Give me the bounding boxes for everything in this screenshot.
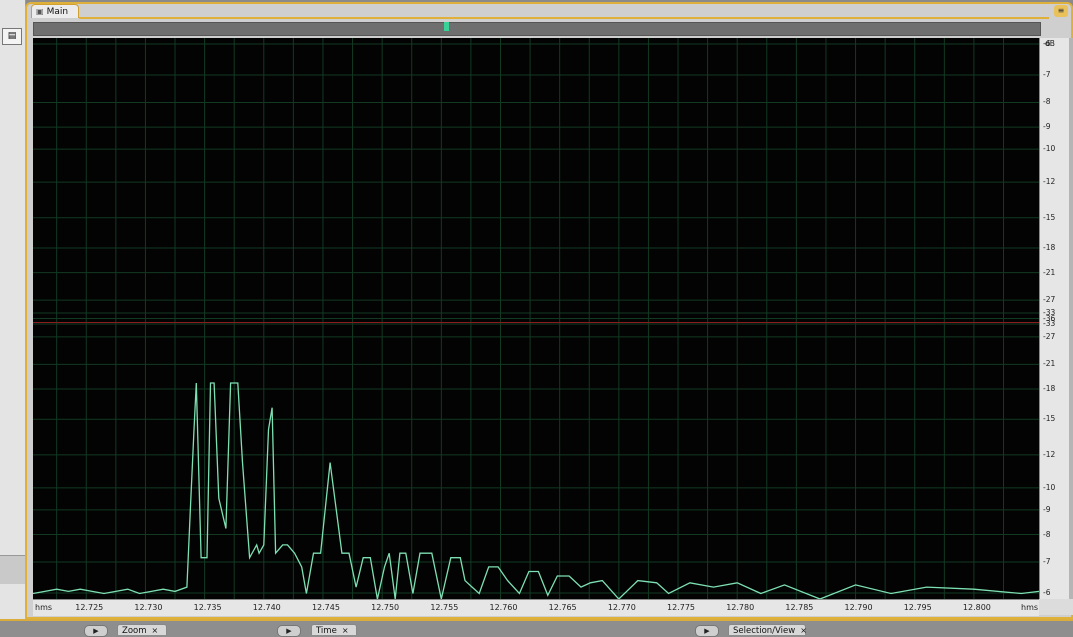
db-scroll-strip[interactable]	[1069, 38, 1073, 599]
tab-main-label: Main	[46, 7, 69, 17]
db-tick-label: -33	[1043, 318, 1056, 328]
time-tick-label: 12.745	[311, 603, 340, 612]
db-tick-label: -27	[1043, 295, 1056, 305]
time-tick-label: 12.755	[430, 603, 459, 612]
db-tick-label: -12	[1043, 449, 1056, 459]
time-tick-label: 12.790	[844, 603, 873, 612]
panel-menu-icon[interactable]: ≡	[1054, 5, 1068, 17]
tab-zoom[interactable]: Zoom ×	[117, 624, 167, 636]
db-tick-label: -6	[1043, 588, 1051, 597]
overview-position-marker[interactable]	[444, 22, 449, 31]
db-tick-label: -21	[1043, 267, 1056, 277]
overview-scrollbar[interactable]	[33, 22, 1041, 36]
tab-icon: ▣	[36, 7, 44, 16]
plot-svg	[33, 38, 1039, 599]
time-tick-label: 12.740	[252, 603, 281, 612]
tab-main[interactable]: ▣ Main	[31, 4, 79, 18]
db-tick-label: -7	[1043, 556, 1051, 566]
db-tick-label: -8	[1043, 529, 1051, 539]
left-panel-footer	[0, 555, 25, 584]
panel-toggle-icon[interactable]: ▤	[2, 28, 22, 45]
db-ruler[interactable]: dB -6 -7 -8 -9 -10 -12 -15 -18 -21 -27 -33 -36 -33 -27…	[1039, 38, 1070, 599]
time-unit-label-right: hms	[1021, 603, 1039, 612]
db-tick-label: -10	[1043, 482, 1056, 492]
db-tick-label: -27	[1043, 331, 1056, 341]
time-tick-label: 12.735	[193, 603, 222, 612]
left-side-panel: ▤	[0, 0, 26, 635]
time-tick-label: 12.795	[903, 603, 932, 612]
tab-zoom-close-icon[interactable]: ×	[152, 626, 159, 635]
tab-time-close-icon[interactable]: ×	[342, 626, 349, 635]
tab-time[interactable]: Time ×	[311, 624, 357, 636]
time-tick-label: 12.775	[667, 603, 696, 612]
tab-selection-view-close-icon[interactable]: ×	[800, 626, 807, 635]
time-tick-label: 12.770	[607, 603, 636, 612]
db-tick-label: -12	[1043, 177, 1056, 187]
zoom-panel-play-icon[interactable]: ▶	[84, 625, 108, 637]
time-ruler-corner	[1039, 599, 1073, 615]
db-tick-label: -6	[1043, 39, 1051, 48]
selection-panel-play-icon[interactable]: ▶	[695, 625, 719, 637]
time-ruler[interactable]: hms hms 12.725 12.730 12.735 12.740 12.745 12.7…	[33, 599, 1039, 616]
db-tick-label: -9	[1043, 504, 1051, 514]
db-tick-label: -8	[1043, 97, 1051, 107]
db-tick-label: -18	[1043, 384, 1056, 394]
tab-selection-view[interactable]: Selection/View ×	[728, 624, 807, 636]
db-tick-label: -18	[1043, 242, 1056, 252]
time-tick-label: 12.780	[726, 603, 755, 612]
time-tick-label: 12.750	[371, 603, 400, 612]
tab-underline	[79, 17, 1049, 19]
db-tick-label: -7	[1043, 70, 1051, 80]
db-tick-label: -10	[1043, 144, 1056, 154]
time-tick-label: 12.725	[75, 603, 104, 612]
db-tick-label: -21	[1043, 359, 1056, 369]
db-tick-label: -15	[1043, 414, 1056, 424]
time-unit-label-left: hms	[35, 603, 53, 612]
time-tick-label: 12.730	[134, 603, 163, 612]
db-tick-label: -15	[1043, 212, 1056, 222]
waveform-plot[interactable]	[33, 38, 1039, 599]
time-tick-label: 12.800	[962, 603, 991, 612]
time-tick-label: 12.760	[489, 603, 518, 612]
time-tick-label: 12.765	[548, 603, 577, 612]
db-tick-label: -9	[1043, 122, 1051, 132]
time-panel-play-icon[interactable]: ▶	[277, 625, 301, 637]
time-tick-label: 12.785	[785, 603, 814, 612]
